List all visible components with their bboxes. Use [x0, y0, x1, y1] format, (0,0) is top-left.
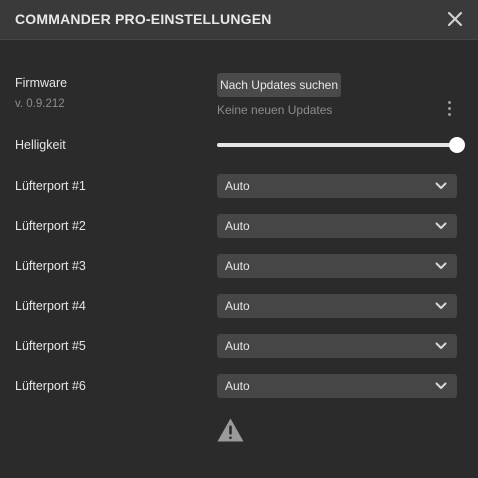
fan-port-label-6: Lüfterport #6 — [15, 379, 86, 393]
fan-port-select-value: Auto — [225, 259, 250, 273]
chevron-down-icon — [435, 182, 447, 189]
fan-port-label-2: Lüfterport #2 — [15, 219, 86, 233]
fan-port-label-3: Lüfterport #3 — [15, 259, 86, 273]
fan-port-select-value: Auto — [225, 179, 250, 193]
fan-port-select-value: Auto — [225, 379, 250, 393]
fan-port-label-1: Lüfterport #1 — [15, 179, 86, 193]
check-updates-label: Nach Updates suchen — [219, 78, 339, 92]
fan-port-select-6[interactable]: Auto — [217, 374, 457, 398]
dialog-header: COMMANDER PRO-EINSTELLUNGEN — [0, 0, 478, 40]
brightness-slider[interactable] — [217, 137, 465, 153]
fan-port-select-3[interactable]: Auto — [217, 254, 457, 278]
chevron-down-icon — [435, 342, 447, 349]
brightness-slider-fill — [217, 143, 457, 147]
brightness-label: Helligkeit — [15, 138, 66, 152]
firmware-version: v. 0.9.212 — [15, 98, 65, 110]
fan-port-select-value: Auto — [225, 299, 250, 313]
close-icon[interactable] — [445, 9, 465, 29]
more-vertical-icon[interactable] — [446, 101, 452, 117]
firmware-label: Firmware — [15, 76, 68, 90]
chevron-down-icon — [435, 382, 447, 389]
fan-port-label-4: Lüfterport #4 — [15, 299, 86, 313]
fan-port-select-value: Auto — [225, 219, 250, 233]
warning-icon — [217, 418, 244, 442]
fan-port-select-4[interactable]: Auto — [217, 294, 457, 318]
fan-port-select-5[interactable]: Auto — [217, 334, 457, 358]
update-status: Keine neuen Updates — [217, 103, 333, 117]
check-updates-button[interactable]: Nach Updates suchen — [217, 73, 341, 97]
chevron-down-icon — [435, 222, 447, 229]
settings-dialog: COMMANDER PRO-EINSTELLUNGEN Firmware v. … — [0, 0, 478, 478]
chevron-down-icon — [435, 302, 447, 309]
dialog-title: COMMANDER PRO-EINSTELLUNGEN — [15, 11, 272, 27]
fan-port-select-2[interactable]: Auto — [217, 214, 457, 238]
chevron-down-icon — [435, 262, 447, 269]
fan-port-select-1[interactable]: Auto — [217, 174, 457, 198]
fan-port-select-value: Auto — [225, 339, 250, 353]
brightness-slider-thumb[interactable] — [449, 137, 465, 153]
fan-port-label-5: Lüfterport #5 — [15, 339, 86, 353]
